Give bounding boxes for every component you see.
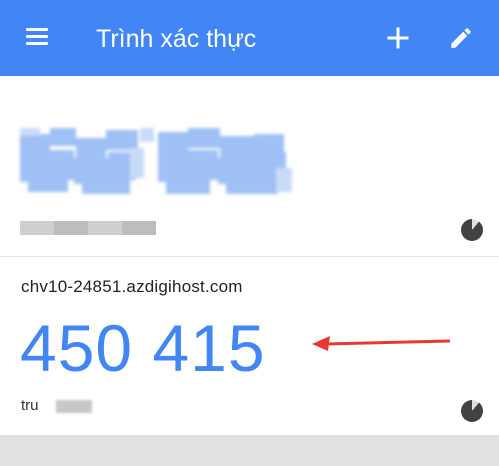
- menu-icon[interactable]: [26, 28, 48, 46]
- add-icon[interactable]: [386, 26, 410, 50]
- edit-icon[interactable]: [448, 25, 474, 51]
- issuer-label: chv10-24851.azdigihost.com: [21, 277, 243, 296]
- otp-code[interactable]: 450 415: [20, 313, 266, 383]
- countdown-timer-icon: [461, 400, 483, 422]
- annotation-arrow-icon: [312, 336, 451, 351]
- obscured-code: [20, 128, 292, 194]
- account-label: tru: [21, 397, 39, 414]
- obscured-account: [20, 221, 156, 235]
- app-bar: Trình xác thực: [0, 0, 499, 76]
- obscured-account: [56, 400, 92, 413]
- countdown-timer-icon: [461, 219, 483, 241]
- app-title: Trình xác thực: [96, 25, 257, 53]
- account-entry[interactable]: [0, 76, 499, 256]
- bottom-area: [0, 435, 499, 466]
